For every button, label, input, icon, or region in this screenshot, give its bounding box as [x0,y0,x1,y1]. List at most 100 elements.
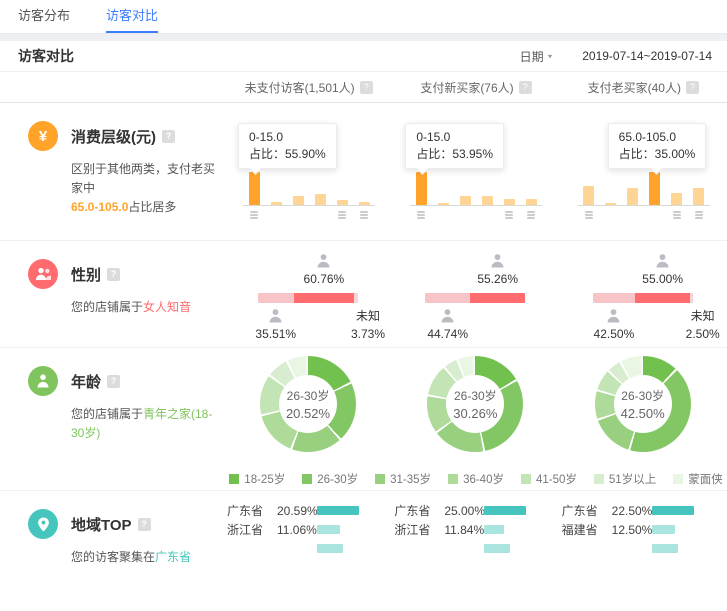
legend-label: 36-40岁 [463,471,504,487]
region-name: 广东省 [394,505,430,517]
region-percent: 25.00% [444,505,485,517]
bar[interactable] [671,193,682,205]
gender-chart-returning[interactable]: 55.00%42.50%未知2.50% [560,241,727,347]
female-segment[interactable] [470,293,525,303]
legend-swatch [229,474,239,484]
bar[interactable] [337,200,348,205]
bar[interactable] [460,196,471,205]
age-donut[interactable]: 26-30岁30.26% [427,356,523,452]
region-percent: 11.84% [444,524,484,536]
bar[interactable] [271,202,282,205]
bar[interactable] [315,194,326,205]
bar[interactable] [504,199,515,205]
region-name: 广东省 [227,505,263,517]
female-segment[interactable] [635,293,690,303]
male-segment[interactable] [425,293,470,303]
consumption-chart-new[interactable]: 0-15.0占比：53.95% [392,103,559,240]
legend-item[interactable]: 26-30岁 [302,468,358,490]
metric-title-region: 地域TOP [71,514,132,535]
region-bar [317,544,343,553]
bar[interactable] [605,203,616,205]
male-icon [440,309,456,324]
age-charts: 26-30岁20.52% 26-30岁30.26% 26-30岁 42.50% [225,348,727,460]
help-icon[interactable]: ? [519,81,532,94]
bar[interactable] [627,188,638,205]
unknown-label: 未知2.50% [675,307,727,343]
age-center-label: 26-30岁 [454,387,497,404]
map-pin-icon [28,509,58,539]
legend-item[interactable]: 31-35岁 [375,468,431,490]
gender-chart-unpaid[interactable]: 60.76%35.51%未知3.73% [225,241,392,347]
gender-bar[interactable] [425,293,525,303]
legend-item[interactable]: 36-40岁 [448,468,504,490]
male-icon [268,309,284,324]
bar-tooltip: 65.0-105.0占比：35.00% [608,123,707,169]
tab-visitor-comparison[interactable]: 访客对比 [106,0,158,33]
age-donut[interactable]: 26-30岁20.52% [260,356,356,452]
consumption-chart-unpaid[interactable]: 0-15.0占比：55.90% [225,103,392,240]
tooltip-share: 占比：35.00% [619,146,696,163]
bar[interactable] [293,196,304,205]
row-consumption-level: ¥ 消费层级(元) ? 区别于其他两类，支付老买家中 65.0-105.0占比居… [0,103,727,241]
gender-people-icon [28,259,58,289]
female-percent: 60.76% [292,272,356,286]
region-list-returning[interactable]: 广东省22.50%福建省12.50% [560,491,727,611]
region-bar [317,506,359,515]
legend-swatch [448,474,458,484]
bar[interactable] [359,202,370,205]
unknown-segment[interactable] [354,293,358,303]
age-donut[interactable]: 26-30岁 42.50% [595,356,691,452]
gender-bar[interactable] [258,293,358,303]
gender-chart-new[interactable]: 55.26%44.74% [392,241,559,347]
legend-item[interactable]: 41-50岁 [521,468,577,490]
bar[interactable] [482,196,493,205]
column-header-label: 支付老买家(40人) [588,79,681,96]
comparison-columns-header: 未支付访客(1,501人) ? 支付新买家(76人) ? 支付老买家(40人) … [0,72,727,103]
help-icon[interactable]: ? [107,375,120,388]
age-donut-unpaid[interactable]: 26-30岁20.52% [225,348,392,460]
help-icon[interactable]: ? [162,130,175,143]
age-center-percent: 42.50% [621,406,665,421]
legend-label: 51岁以上 [609,471,656,487]
axis-tick-label [417,211,425,220]
help-icon[interactable]: ? [686,81,699,94]
bar[interactable] [649,172,660,205]
desc-highlight: 女人知音 [143,300,191,314]
region-list-unpaid[interactable]: 广东省20.59%浙江省11.06% [225,491,392,611]
bar-chart[interactable] [578,172,710,206]
desc-highlight: 65.0-105.0 [71,200,128,214]
bar-chart[interactable] [410,172,542,206]
bar[interactable] [583,186,594,205]
tab-visitor-distribution[interactable]: 访客分布 [18,0,70,33]
legend-item[interactable]: 51岁以上 [594,468,656,490]
bar[interactable] [693,188,704,205]
age-donut-new[interactable]: 26-30岁30.26% [392,348,559,460]
bar[interactable] [438,203,449,205]
legend-item[interactable]: 18-25岁 [229,468,285,490]
help-icon[interactable]: ? [360,81,373,94]
axis-tick-label [585,211,593,220]
legend-item[interactable]: 蒙面侠 [673,468,723,490]
help-icon[interactable]: ? [107,268,120,281]
help-icon[interactable]: ? [138,518,151,531]
region-list-new[interactable]: 广东省25.00%浙江省11.84% [392,491,559,611]
date-range-picker[interactable]: 2019-07-14~2019-07-14 [582,49,712,63]
consumption-chart-returning[interactable]: 65.0-105.0占比：35.00% [560,103,727,240]
metric-desc-gender: 您的店铺属于女人知音 [71,298,225,317]
bar[interactable] [416,172,427,205]
date-type-dropdown[interactable]: 日期 ▾ [520,48,553,65]
male-segment[interactable] [593,293,636,303]
bar[interactable] [249,172,260,205]
unknown-percent: 2.50% [675,325,727,343]
gender-charts: 60.76%35.51%未知3.73% 55.26%44.74% 55.00%4… [225,241,727,347]
age-donut-returning[interactable]: 26-30岁 42.50% [560,348,727,460]
female-segment[interactable] [294,293,355,303]
gender-bar[interactable] [593,293,693,303]
unknown-segment[interactable] [690,293,693,303]
age-center-label: 26-30岁 [287,387,330,404]
bar[interactable] [526,199,537,205]
age-center-label: 26-30岁 [621,387,664,404]
bar-chart[interactable] [243,172,375,206]
region-bar [484,506,526,515]
male-segment[interactable] [258,293,294,303]
